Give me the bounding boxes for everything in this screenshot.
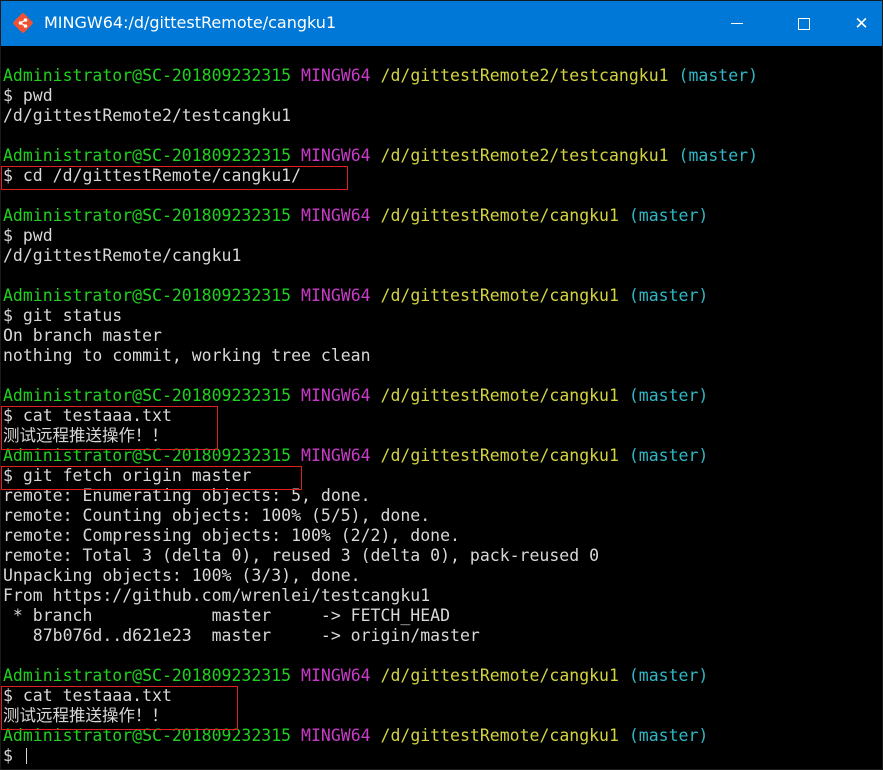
- prompt-branch: (master): [628, 206, 709, 225]
- command-line: $ cat testaaa.txt: [3, 686, 882, 706]
- prompt-line: Administrator@SC-201809232315 MINGW64 /d…: [3, 206, 882, 226]
- maximize-icon: [798, 17, 810, 30]
- prompt-system: MINGW64: [301, 66, 371, 85]
- prompt-symbol: $: [3, 746, 23, 765]
- output-line: Unpacking objects: 100% (3/3), done.: [3, 566, 361, 585]
- prompt-user: Administrator@SC-201809232315: [3, 146, 292, 165]
- minimize-button[interactable]: [714, 1, 760, 46]
- prompt-path: /d/gittestRemote/cangku1: [380, 386, 619, 405]
- prompt-system: MINGW64: [301, 386, 371, 405]
- output-line: From https://github.com/wrenlei/testcang…: [3, 586, 431, 605]
- output-line: /d/gittestRemote/cangku1: [3, 246, 242, 265]
- prompt-line: Administrator@SC-201809232315 MINGW64 /d…: [3, 726, 882, 746]
- output-line: On branch master: [3, 326, 162, 345]
- prompt-symbol: $: [3, 226, 23, 245]
- command-text: git fetch origin master: [22, 466, 252, 485]
- prompt-system: MINGW64: [301, 666, 371, 685]
- minimize-icon: [731, 23, 743, 24]
- prompt-line: Administrator@SC-201809232315 MINGW64 /d…: [3, 446, 882, 466]
- prompt-user: Administrator@SC-201809232315: [3, 726, 292, 745]
- terminal-window: MINGW64:/d/gittestRemote/cangku1 ✕ Admin…: [0, 0, 883, 770]
- git-bash-icon: [13, 13, 33, 33]
- prompt-path: /d/gittestRemote/cangku1: [380, 726, 619, 745]
- title-bar[interactable]: MINGW64:/d/gittestRemote/cangku1 ✕: [1, 1, 882, 46]
- command-line: $ cd /d/gittestRemote/cangku1/: [3, 166, 882, 186]
- command-line: $ git fetch origin master: [3, 466, 882, 486]
- prompt-branch: (master): [628, 286, 709, 305]
- prompt-path: /d/gittestRemote/cangku1: [380, 666, 619, 685]
- prompt-user: Administrator@SC-201809232315: [3, 286, 292, 305]
- output-line: remote: Counting objects: 100% (5/5), do…: [3, 506, 431, 525]
- prompt-branch: (master): [628, 386, 709, 405]
- output-line: * branch master -> FETCH_HEAD: [3, 606, 451, 625]
- prompt-system: MINGW64: [301, 446, 371, 465]
- prompt-system: MINGW64: [301, 206, 371, 225]
- prompt-path: /d/gittestRemote/cangku1: [380, 286, 619, 305]
- prompt-system: MINGW64: [301, 146, 371, 165]
- command-line: $ pwd: [3, 226, 882, 246]
- close-button[interactable]: ✕: [839, 1, 883, 46]
- command-text: cat testaaa.txt: [22, 406, 172, 425]
- maximize-button[interactable]: [781, 1, 827, 46]
- prompt-user: Administrator@SC-201809232315: [3, 66, 292, 85]
- prompt-line: Administrator@SC-201809232315 MINGW64 /d…: [3, 146, 882, 166]
- output-line: nothing to commit, working tree clean: [3, 346, 371, 365]
- prompt-branch: (master): [628, 666, 709, 685]
- output-line: remote: Total 3 (delta 0), reused 3 (del…: [3, 546, 600, 565]
- window-title: MINGW64:/d/gittestRemote/cangku1: [44, 13, 337, 32]
- prompt-path: /d/gittestRemote2/testcangku1: [380, 146, 669, 165]
- output-line: remote: Enumerating objects: 5, done.: [3, 486, 371, 505]
- prompt-user: Administrator@SC-201809232315: [3, 206, 292, 225]
- command-line: $ cat testaaa.txt: [3, 406, 882, 426]
- prompt-symbol: $: [3, 166, 23, 185]
- prompt-line: Administrator@SC-201809232315 MINGW64 /d…: [3, 666, 882, 686]
- text-cursor: [25, 748, 27, 764]
- prompt-symbol: $: [3, 466, 23, 485]
- prompt-symbol: $: [3, 406, 23, 425]
- prompt-branch: (master): [628, 726, 709, 745]
- output-line: 测试远程推送操作！！: [3, 706, 168, 725]
- prompt-symbol: $: [3, 686, 23, 705]
- output-line: /d/gittestRemote2/testcangku1: [3, 106, 292, 125]
- prompt-path: /d/gittestRemote2/testcangku1: [380, 66, 669, 85]
- prompt-system: MINGW64: [301, 286, 371, 305]
- prompt-symbol: $: [3, 86, 23, 105]
- output-line: 87b076d..d621e23 master -> origin/master: [3, 626, 480, 645]
- prompt-user: Administrator@SC-201809232315: [3, 386, 292, 405]
- output-line: 测试远程推送操作！！: [3, 426, 168, 445]
- prompt-user: Administrator@SC-201809232315: [3, 666, 292, 685]
- command-text: cat testaaa.txt: [22, 686, 172, 705]
- prompt-branch: (master): [628, 446, 709, 465]
- prompt-user: Administrator@SC-201809232315: [3, 446, 292, 465]
- prompt-branch: (master): [678, 146, 759, 165]
- prompt-branch: (master): [678, 66, 759, 85]
- prompt-line: Administrator@SC-201809232315 MINGW64 /d…: [3, 286, 882, 306]
- prompt-path: /d/gittestRemote/cangku1: [380, 206, 619, 225]
- prompt-path: /d/gittestRemote/cangku1: [380, 446, 619, 465]
- command-line: $ git status: [3, 306, 882, 326]
- command-line: $ pwd: [3, 86, 882, 106]
- output-line: remote: Compressing objects: 100% (2/2),…: [3, 526, 460, 545]
- prompt-line: Administrator@SC-201809232315 MINGW64 /d…: [3, 66, 882, 86]
- command-text: git status: [22, 306, 123, 325]
- prompt-symbol: $: [3, 306, 23, 325]
- command-text: pwd: [22, 86, 53, 105]
- command-text: pwd: [22, 226, 53, 245]
- prompt-line: Administrator@SC-201809232315 MINGW64 /d…: [3, 386, 882, 406]
- close-icon: ✕: [854, 13, 869, 34]
- prompt-system: MINGW64: [301, 726, 371, 745]
- command-text: cd /d/gittestRemote/cangku1/: [22, 166, 302, 185]
- command-line: $: [3, 746, 882, 766]
- terminal-output[interactable]: Administrator@SC-201809232315 MINGW64 /d…: [1, 46, 882, 769]
